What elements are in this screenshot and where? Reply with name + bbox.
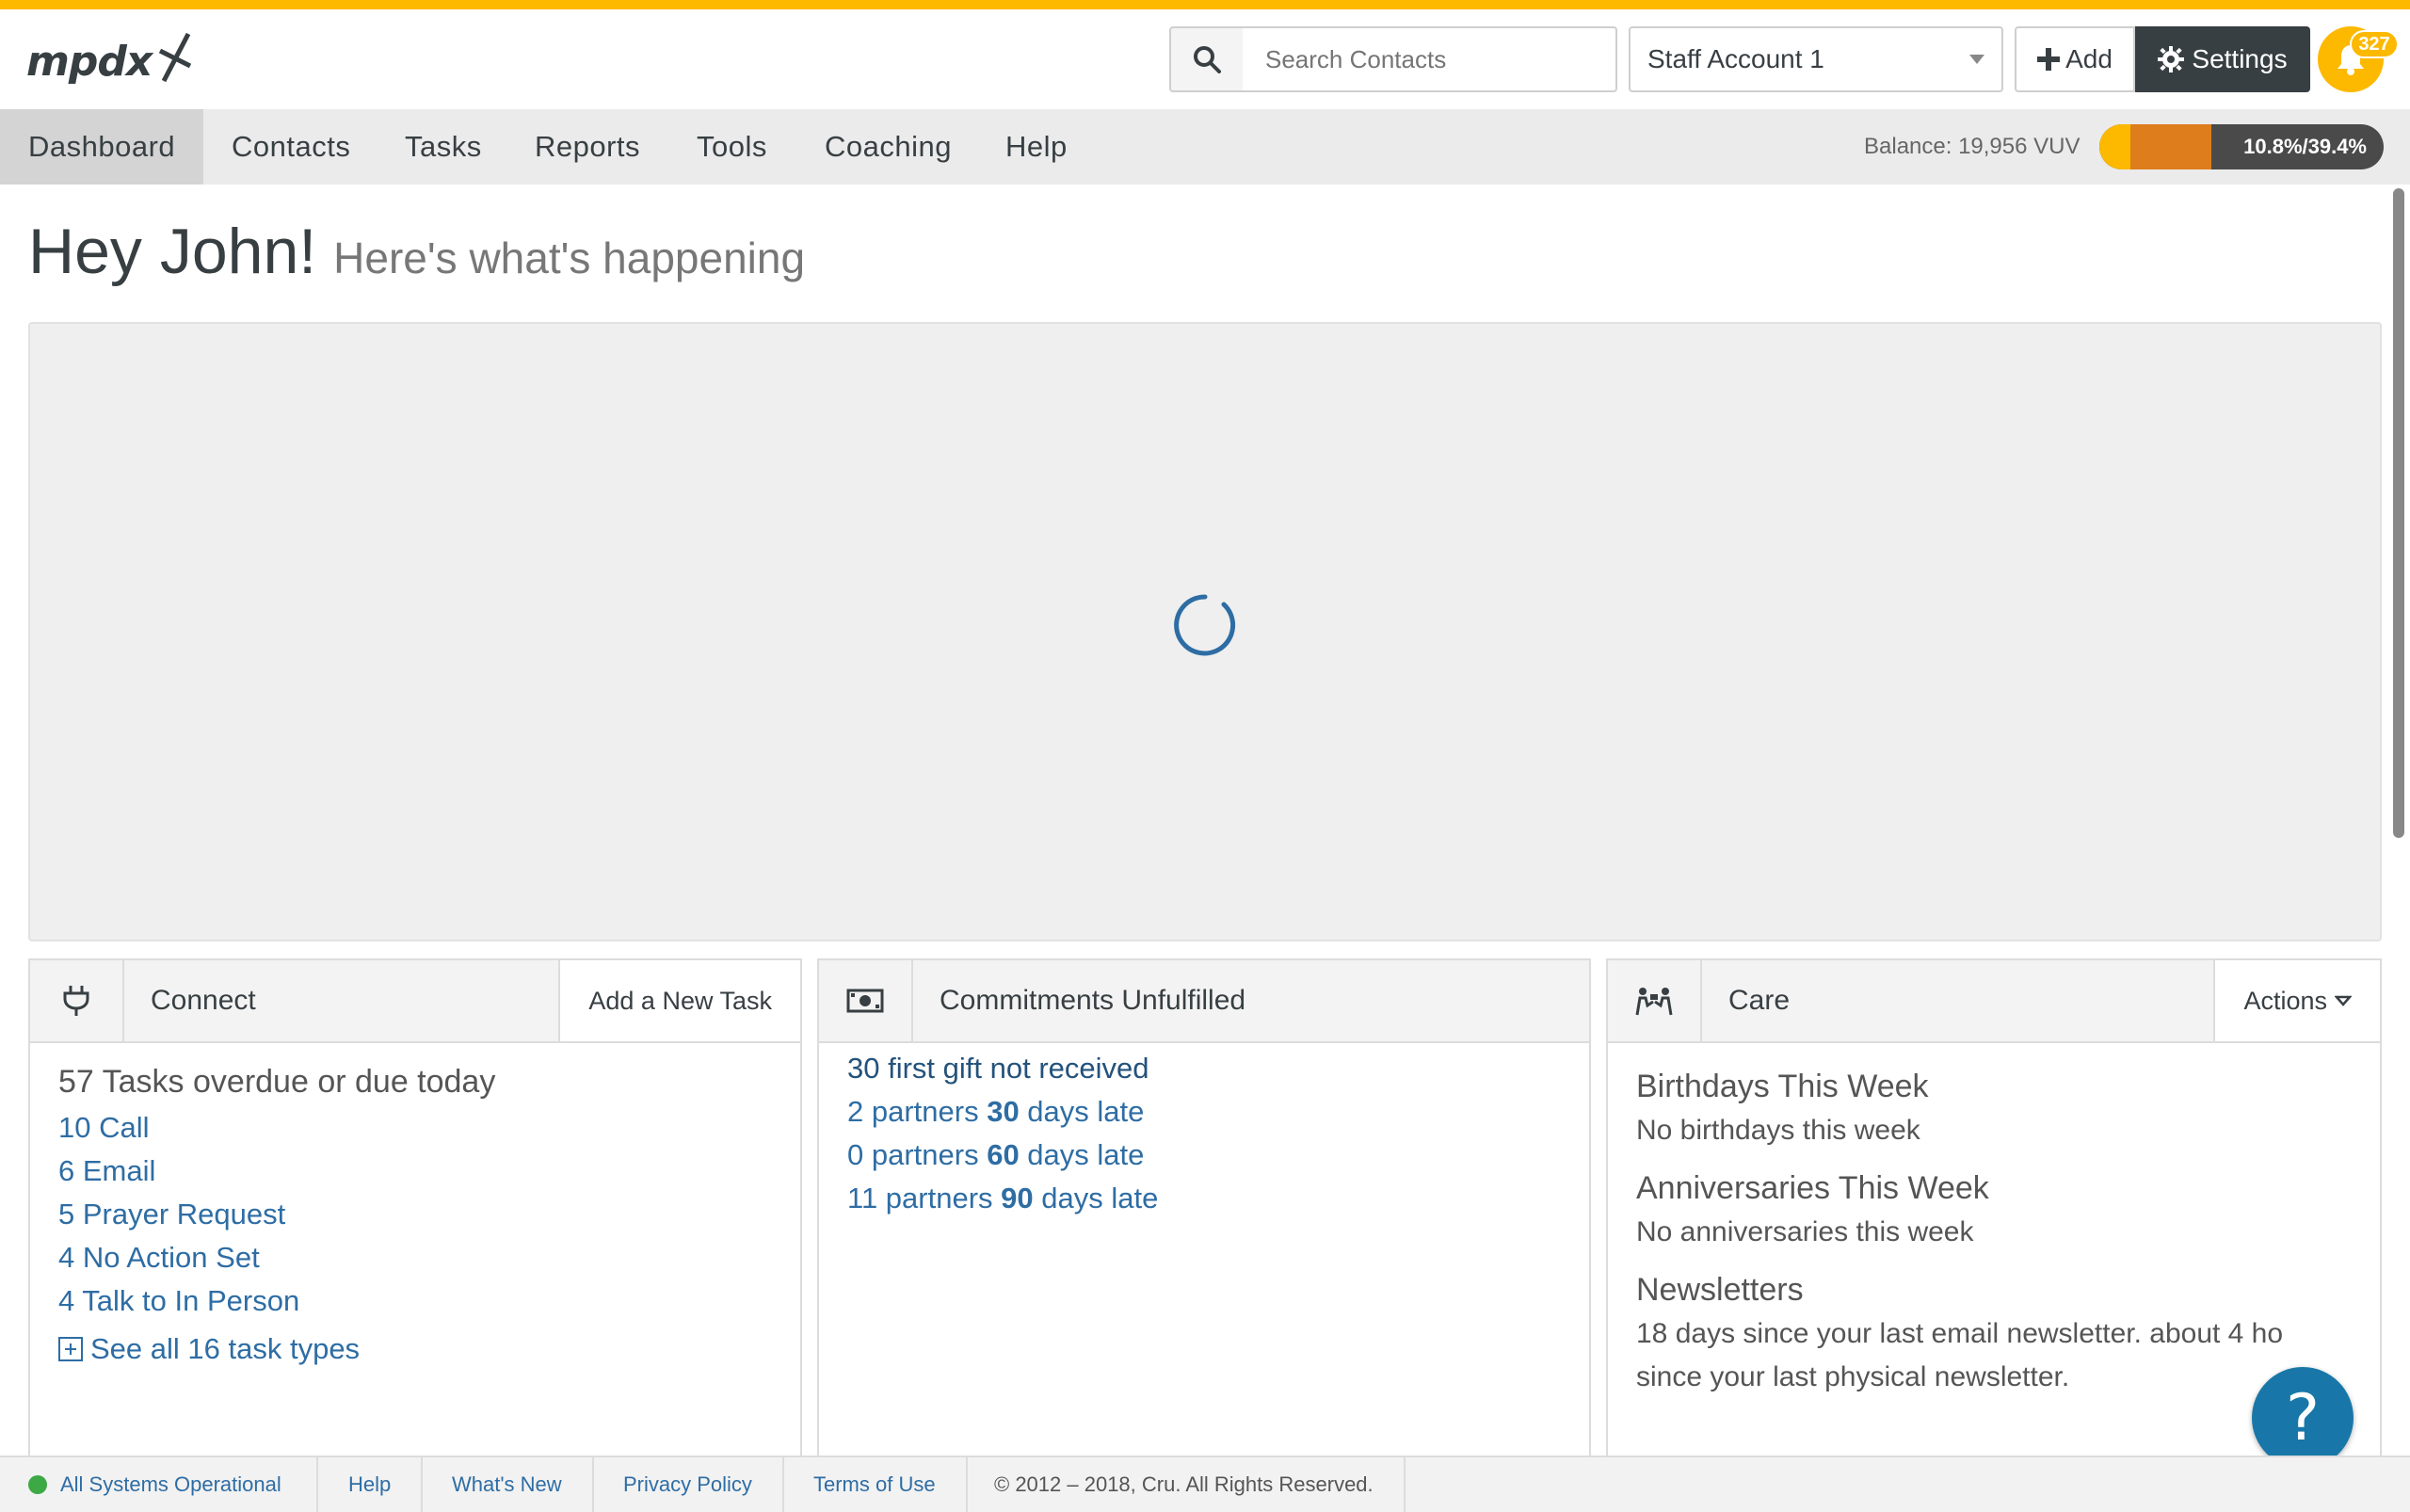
- main-nav: Dashboard Contacts Tasks Reports Tools C…: [0, 109, 2410, 185]
- page-greeting: Hey John! Here's what's happening: [28, 215, 805, 288]
- greeting-subtitle: Here's what's happening: [333, 233, 806, 282]
- add-new-task-button[interactable]: Add a New Task: [558, 960, 800, 1041]
- notifications-count-badge: 327: [2350, 30, 2399, 58]
- top-accent-stripe: [0, 0, 2410, 9]
- commitments-card: Commitments Unfulfilled 30 first gift no…: [817, 958, 1591, 1486]
- footer-terms-link[interactable]: Terms of Use: [783, 1457, 968, 1512]
- nav-tasks[interactable]: Tasks: [377, 109, 510, 185]
- nav-dashboard[interactable]: Dashboard: [0, 109, 204, 185]
- footer-privacy-link[interactable]: Privacy Policy: [593, 1457, 784, 1512]
- nav-tools[interactable]: Tools: [668, 109, 795, 185]
- account-select-value: Staff Account 1: [1647, 44, 1824, 73]
- plug-icon: [30, 960, 124, 1041]
- top-bar: mpdx Staff Account 1 Add: [0, 9, 2410, 109]
- nav-help[interactable]: Help: [977, 109, 1096, 185]
- add-button-label: Add: [2065, 44, 2113, 73]
- connect-card: Connect Add a New Task 57 Tasks overdue …: [28, 958, 802, 1486]
- see-all-task-types-link[interactable]: See all 16 task types: [58, 1332, 781, 1366]
- anniversaries-text: No anniversaries this week: [1636, 1216, 1974, 1247]
- care-card-body: Birthdays This Week No birthdays this we…: [1636, 1064, 2361, 1412]
- help-beacon-button[interactable]: ?: [2252, 1367, 2354, 1469]
- first-gift-not-received-link[interactable]: 30 first gift not received: [847, 1047, 1570, 1090]
- see-all-label: See all 16 task types: [90, 1332, 361, 1365]
- birthdays-heading: Birthdays This Week: [1636, 1069, 1929, 1104]
- nav-coaching[interactable]: Coaching: [796, 109, 980, 185]
- money-icon: [819, 960, 913, 1041]
- account-list-select[interactable]: Staff Account 1: [1629, 26, 2003, 92]
- settings-button[interactable]: Settings: [2135, 26, 2310, 92]
- care-actions-label: Actions: [2243, 986, 2327, 1015]
- connect-card-title: Connect: [151, 985, 256, 1016]
- birthdays-text: No birthdays this week: [1636, 1115, 1920, 1146]
- search-button[interactable]: [1169, 26, 1245, 92]
- progress-pledged-fill: [2129, 124, 2211, 169]
- search-icon: [1194, 46, 1221, 73]
- loading-spinner-icon: [1174, 594, 1236, 656]
- people-icon: [1608, 960, 1702, 1041]
- connect-card-header: Connect Add a New Task: [30, 960, 800, 1043]
- task-type-link-prayer-request[interactable]: 5 Prayer Request: [58, 1193, 781, 1236]
- system-status-label: All Systems Operational: [60, 1472, 281, 1496]
- commitments-card-title: Commitments Unfulfilled: [940, 985, 1246, 1016]
- progress-label: 10.8%/39.4%: [2243, 135, 2367, 158]
- greeting-title: Hey John!: [28, 216, 317, 287]
- footer-copyright: © 2012 – 2018, Cru. All Rights Reserved.: [964, 1457, 1406, 1512]
- anniversaries-heading: Anniversaries This Week: [1636, 1170, 1989, 1206]
- newsletters-heading: Newsletters: [1636, 1272, 1804, 1308]
- progress-received-fill: [2099, 124, 2130, 169]
- logo-mark-icon: [158, 32, 192, 83]
- footer-whats-new-link[interactable]: What's New: [422, 1457, 594, 1512]
- settings-button-label: Settings: [2192, 44, 2288, 73]
- partners-30-days-late-link[interactable]: 2 partners 30 days late: [847, 1090, 1570, 1134]
- task-type-link-email[interactable]: 6 Email: [58, 1150, 781, 1193]
- account-balance: Balance: 19,956 VUV: [1864, 134, 2081, 159]
- gear-icon: [2158, 46, 2185, 72]
- goal-progress-bar[interactable]: 10.8%/39.4%: [2099, 124, 2384, 169]
- task-type-link-call[interactable]: 10 Call: [58, 1106, 781, 1150]
- tasks-overdue-summary: 57 Tasks overdue or due today: [58, 1064, 496, 1100]
- commitments-card-body: 30 first gift not received 2 partners 30…: [847, 1047, 1570, 1220]
- nav-contacts[interactable]: Contacts: [203, 109, 378, 185]
- plus-icon: [2037, 48, 2061, 71]
- page-footer: All Systems Operational Help What's New …: [0, 1456, 2410, 1512]
- chevron-down-icon: [2335, 995, 2352, 1006]
- connect-card-body: 57 Tasks overdue or due today 10 Call 6 …: [58, 1064, 781, 1366]
- care-card-header: Care Actions: [1608, 960, 2380, 1043]
- plus-square-icon: [58, 1337, 83, 1361]
- partners-60-days-late-link[interactable]: 0 partners 60 days late: [847, 1134, 1570, 1177]
- page-scrollbar-thumb[interactable]: [2393, 188, 2404, 838]
- task-type-link-talk-in-person[interactable]: 4 Talk to In Person: [58, 1279, 781, 1323]
- system-status-link[interactable]: All Systems Operational: [0, 1457, 318, 1512]
- chevron-down-icon: [1969, 55, 1984, 64]
- status-ok-icon: [28, 1475, 47, 1494]
- nav-reports[interactable]: Reports: [506, 109, 668, 185]
- logo-text: mpdx: [26, 38, 153, 86]
- care-card-title: Care: [1728, 985, 1791, 1016]
- mpdx-logo[interactable]: mpdx: [26, 28, 192, 96]
- search-contacts-input[interactable]: [1243, 26, 1617, 92]
- newsletters-text: 18 days since your last email newsletter…: [1636, 1318, 2284, 1392]
- partners-90-days-late-link[interactable]: 11 partners 90 days late: [847, 1177, 1570, 1220]
- care-actions-dropdown[interactable]: Actions: [2213, 960, 2380, 1041]
- add-button[interactable]: Add: [2015, 26, 2135, 92]
- footer-help-link[interactable]: Help: [318, 1457, 424, 1512]
- task-type-link-no-action-set[interactable]: 4 No Action Set: [58, 1236, 781, 1279]
- commitments-card-header: Commitments Unfulfilled: [819, 960, 1589, 1043]
